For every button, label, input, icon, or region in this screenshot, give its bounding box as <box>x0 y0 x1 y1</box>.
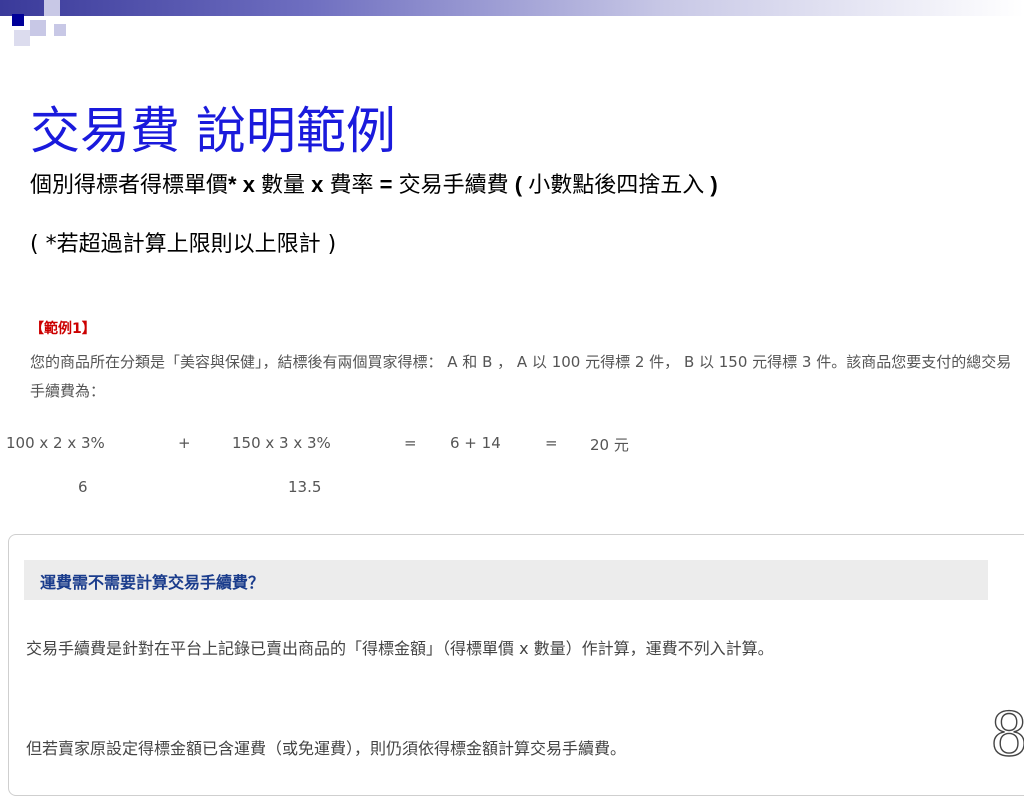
formula-fee: 交易手續費 <box>398 173 509 198</box>
faq-answer-2: 但若賣家原設定得標金額已含運費（或免運費），則仍須依得標金額計算交易手續費。 <box>26 739 627 758</box>
decor-square <box>14 30 30 46</box>
faq-answer-1: 交易手續費是針對在平台上記錄已賣出商品的「得標金額」（得標單價 x 數量）作計算… <box>26 639 774 658</box>
slide-title: 交易費 說明範例 <box>30 102 396 160</box>
limit-note: ( *若超過計算上限則以上限計 ) <box>30 232 337 257</box>
calc-result: 20 元 <box>590 436 629 454</box>
formula-operator: ( <box>508 172 529 197</box>
page-number: 8 <box>989 699 1024 770</box>
example-heading: 【範例1】 <box>30 321 96 337</box>
decor-square <box>44 0 60 16</box>
calc-term-1: 100 x 2 x 3% <box>6 434 105 452</box>
formula-rounding: 小數點後四捨五入 <box>528 173 705 198</box>
calc-equals-1: = <box>404 434 417 452</box>
calc-term-2: 150 x 3 x 3% <box>232 434 331 452</box>
formula-unit-price: 個別得標者得標單價 <box>30 173 229 198</box>
decor-square <box>30 20 46 36</box>
calc-result-term-1: 6 <box>78 478 88 496</box>
formula-operator: x <box>305 172 330 197</box>
calc-sum: 6 + 14 <box>450 434 501 452</box>
formula-operator: ) <box>704 172 718 197</box>
faq-question: 運費需不需要計算交易手續費？ <box>40 573 265 592</box>
formula-operator: = <box>373 172 399 197</box>
calc-plus: + <box>178 434 191 452</box>
header-gradient-band <box>0 0 1024 16</box>
calc-equals-2: = <box>545 434 558 452</box>
formula-rate: 費率 <box>329 173 374 198</box>
decor-square <box>12 14 24 26</box>
formula-operator: * x <box>228 172 262 197</box>
calc-result-term-2: 13.5 <box>288 478 322 496</box>
example-body: 您的商品所在分類是「美容與保健」，結標後有兩個買家得標： A 和 B ， A 以… <box>30 353 1012 400</box>
formula-quantity: 數量 <box>261 173 306 198</box>
decor-square <box>54 24 66 36</box>
fee-formula: 個別得標者得標單價* x 數量 x 費率 = 交易手續費 ( 小數點後四捨五入 … <box>30 170 718 201</box>
